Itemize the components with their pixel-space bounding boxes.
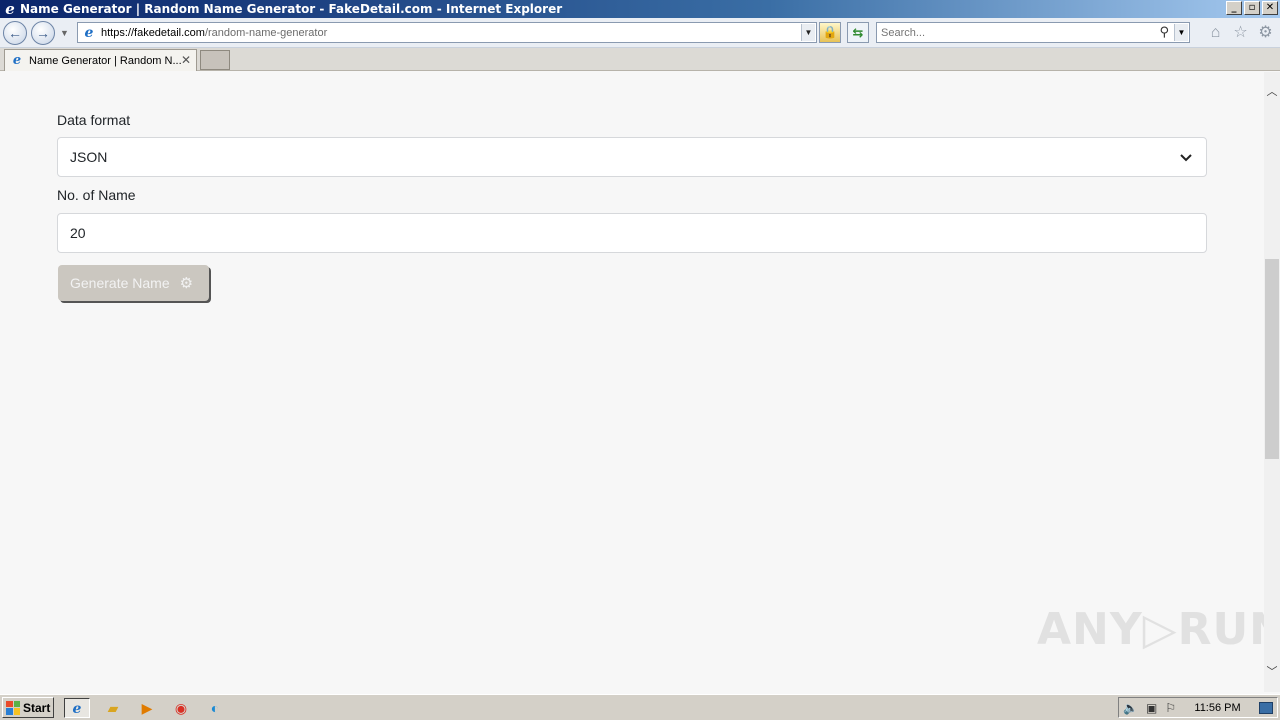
new-tab-button[interactable] — [200, 50, 230, 70]
vertical-scrollbar[interactable]: ︿ ﹀ — [1264, 72, 1280, 692]
navigation-bar: ← → ▼ e https://fakedetail.com/random-na… — [0, 18, 1280, 48]
name-count-value: 20 — [70, 225, 86, 241]
url-host: https://fakedetail.com — [101, 26, 205, 39]
name-count-input[interactable]: 20 — [57, 213, 1207, 253]
generate-name-button[interactable]: Generate Name ⚙ — [58, 265, 209, 301]
name-count-label: No. of Name — [57, 187, 136, 203]
scrollbar-thumb[interactable] — [1265, 259, 1279, 459]
history-dropdown-icon[interactable]: ▼ — [60, 28, 69, 38]
show-desktop-icon[interactable] — [1259, 701, 1273, 714]
data-format-label: Data format — [57, 112, 131, 128]
window-title: Name Generator | Random Name Generator -… — [20, 2, 563, 16]
start-button[interactable]: Start — [2, 697, 54, 718]
window-titlebar: e Name Generator | Random Name Generator… — [0, 0, 1280, 18]
browser-tools: ⌂ ☆ ⚙ — [1207, 24, 1274, 41]
close-button[interactable]: ✕ — [1262, 1, 1278, 15]
data-format-select[interactable]: JSON — [57, 137, 1207, 177]
volume-icon[interactable]: 🔈 — [1123, 701, 1138, 715]
home-icon[interactable]: ⌂ — [1207, 24, 1224, 41]
media-player-icon[interactable]: ▶ — [134, 698, 160, 718]
page-content: Data format JSON No. of Name 20 Generate… — [0, 72, 1264, 692]
maximize-button[interactable]: ▫ — [1244, 1, 1260, 15]
site-favicon-icon: e — [84, 24, 94, 41]
scroll-up-icon[interactable]: ︿ — [1264, 84, 1280, 100]
windows-logo-icon — [6, 700, 20, 715]
minimize-button[interactable]: _ — [1226, 1, 1242, 15]
flag-icon[interactable]: ⚐ — [1165, 701, 1176, 715]
close-tab-icon[interactable]: ✕ — [181, 53, 191, 67]
favorites-star-icon[interactable]: ☆ — [1232, 24, 1249, 41]
search-icon[interactable]: ⚲ — [1159, 24, 1169, 40]
tab-bar: e Name Generator | Random N... ✕ — [0, 48, 1280, 71]
lock-icon[interactable]: 🔒 — [819, 22, 841, 43]
start-label: Start — [23, 700, 51, 715]
tab-favicon-icon: e — [12, 52, 22, 68]
address-dropdown-icon[interactable]: ▼ — [801, 24, 815, 41]
internet-explorer-icon: e — [5, 0, 15, 18]
internet-explorer-icon[interactable]: e — [64, 698, 90, 718]
url-path: /random-name-generator — [204, 26, 328, 39]
search-input[interactable] — [877, 23, 1147, 42]
address-bar[interactable]: e https://fakedetail.com/random-name-gen… — [77, 22, 817, 43]
settings-gear-icon[interactable]: ⚙ — [1257, 24, 1274, 41]
tab-label: Name Generator | Random N... — [29, 54, 181, 67]
gear-icon: ⚙ — [179, 275, 194, 292]
window-controls: _ ▫ ✕ — [1226, 1, 1278, 15]
search-dropdown-icon[interactable]: ▼ — [1174, 24, 1188, 41]
generate-name-label: Generate Name — [70, 275, 170, 291]
edge-icon[interactable]: ◐ — [202, 698, 228, 718]
tab-name-generator[interactable]: e Name Generator | Random N... ✕ — [4, 49, 197, 71]
chevron-down-icon — [1180, 154, 1192, 162]
anyrun-watermark: ANY▷RUN — [1037, 604, 1280, 655]
address-url[interactable]: https://fakedetail.com/random-name-gener… — [101, 27, 327, 39]
forward-button[interactable]: → — [31, 21, 55, 45]
clock[interactable]: 11:56 PM — [1194, 702, 1240, 714]
refresh-icon[interactable]: ⇆ — [847, 22, 869, 43]
data-format-value: JSON — [70, 149, 108, 165]
folder-icon[interactable]: ▰ — [100, 698, 126, 718]
system-tray: 🔈 ▣ ⚐ 11:56 PM — [1118, 697, 1278, 718]
search-box[interactable]: ⚲ ▼ — [876, 22, 1190, 43]
network-icon[interactable]: ▣ — [1146, 701, 1157, 715]
chrome-icon[interactable]: ◉ — [168, 698, 194, 718]
scroll-down-icon[interactable]: ﹀ — [1264, 664, 1280, 680]
taskbar: Start e ▰ ▶ ◉ ◐ 🔈 ▣ ⚐ 11:56 PM — [0, 694, 1280, 720]
back-button[interactable]: ← — [3, 21, 27, 45]
